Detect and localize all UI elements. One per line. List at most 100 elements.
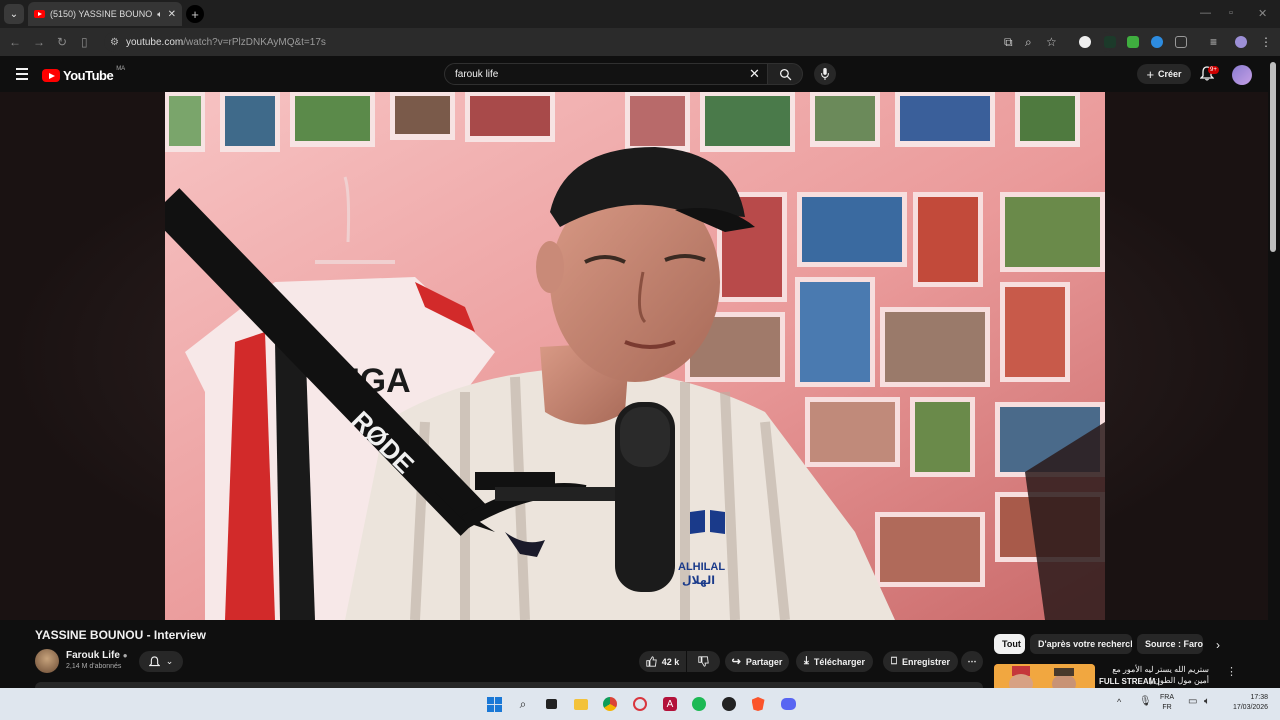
clock-time: 17:38 xyxy=(1250,694,1268,701)
search-icon xyxy=(779,68,791,80)
file-explorer-icon[interactable] xyxy=(572,695,590,713)
save-label: Enregistrer xyxy=(901,656,951,667)
site-info-icon[interactable]: ⚙︎ xyxy=(110,37,119,48)
channel-name[interactable]: Farouk Life ● xyxy=(66,650,128,661)
shirt-club-arabic: الهلال xyxy=(682,574,715,587)
clock-date: 17/03/2026 xyxy=(1232,704,1268,711)
extension-2-icon[interactable] xyxy=(1104,36,1116,48)
recommendation-menu-icon[interactable]: ⋮ xyxy=(1226,665,1237,678)
chip-source[interactable]: Source : Farouk xyxy=(1137,634,1203,654)
dislike-button[interactable] xyxy=(687,651,720,672)
reading-list-icon[interactable]: ≡ xyxy=(1210,35,1217,49)
restore-icon[interactable]: ▫ xyxy=(1229,7,1233,19)
page-scrollbar[interactable] xyxy=(1270,62,1276,252)
app-a-icon[interactable]: A xyxy=(661,695,679,713)
like-count: 42 k xyxy=(661,656,680,667)
logo-text: YouTube xyxy=(63,68,114,83)
share-button[interactable]: ↪ Partager xyxy=(725,651,789,672)
shirt-club-latin: ALHILAL xyxy=(678,561,725,573)
search-input[interactable]: farouk life xyxy=(444,63,768,85)
download-icon: ⤓ xyxy=(804,655,809,667)
spotify-icon[interactable] xyxy=(690,695,708,713)
browser-tab-active[interactable]: (5150) YASSINE BOUNOU - 🔈︎ ✕ xyxy=(28,2,182,26)
region-code: MA xyxy=(116,65,126,72)
chip-related-search[interactable]: D'après votre recherche xyxy=(1030,634,1132,654)
voice-search-button[interactable] xyxy=(814,63,836,85)
bookmark-icon: ⎕ xyxy=(890,656,897,667)
taskbar-search-icon[interactable]: ⌕ xyxy=(514,695,532,713)
channel-avatar[interactable] xyxy=(35,649,59,673)
create-label: Créer xyxy=(1158,69,1182,79)
address-bar[interactable]: ⚙︎ youtube.com/watch?v=rPlzDNKAyMQ&t=17s xyxy=(104,32,1114,52)
browser-menu-icon[interactable]: ⋮ xyxy=(1260,35,1272,49)
speaker-icon[interactable]: 🔈︎ xyxy=(157,9,162,20)
share-label: Partager xyxy=(745,656,783,667)
discord-icon[interactable] xyxy=(779,695,797,713)
tab-list-button[interactable]: ⌄ xyxy=(4,4,24,24)
zoom-icon[interactable]: ⌕ xyxy=(1025,35,1032,50)
recommendation-thumbnail[interactable] xyxy=(994,664,1095,688)
keyboard-layout: FR xyxy=(1162,704,1172,711)
tab-close-icon[interactable]: ✕ xyxy=(168,9,176,20)
chevron-down-icon: ⌄ xyxy=(165,656,174,666)
extension-1-icon[interactable] xyxy=(1079,36,1091,48)
system-clock[interactable]: 17:38 17/03/2026 xyxy=(1224,693,1268,713)
chip-all[interactable]: Tout xyxy=(994,634,1025,654)
tab-title: (5150) YASSINE BOUNOU - xyxy=(50,9,153,19)
subscription-bell-button[interactable]: ⌄ xyxy=(139,651,183,672)
app-dark-icon[interactable] xyxy=(720,695,738,713)
input-language[interactable]: FRA FR xyxy=(1160,693,1174,713)
extensions-puzzle-icon[interactable] xyxy=(1175,36,1187,48)
minimize-icon[interactable]: — xyxy=(1200,7,1211,19)
create-button[interactable]: + Créer xyxy=(1137,64,1191,84)
url-path: /watch?v=rPlzDNKAyMQ&t=17s xyxy=(183,36,326,48)
download-label: Télécharger xyxy=(813,656,865,667)
channel-name-text: Farouk Life xyxy=(66,650,120,661)
start-windows-icon[interactable] xyxy=(485,695,503,713)
more-actions-button[interactable]: ⋯ xyxy=(961,651,983,672)
profile-icon[interactable] xyxy=(1235,36,1247,48)
youtube-favicon-icon xyxy=(34,10,45,18)
notification-badge: 9+ xyxy=(1208,66,1219,74)
account-avatar[interactable] xyxy=(1232,65,1252,85)
extension-3-icon[interactable] xyxy=(1127,36,1139,48)
save-button[interactable]: ⎕ Enregistrer xyxy=(883,651,958,672)
extension-4-icon[interactable] xyxy=(1151,36,1163,48)
volume-icon[interactable]: 🔈︎ xyxy=(1204,696,1210,707)
back-icon[interactable]: ← xyxy=(9,35,21,49)
tray-overflow-icon[interactable]: ^ xyxy=(1117,697,1121,707)
url-host: youtube.com xyxy=(125,36,184,48)
chips-next-icon[interactable]: › xyxy=(1216,638,1220,652)
verified-icon: ● xyxy=(122,651,128,660)
bookmark-star-icon[interactable]: ☆ xyxy=(1046,35,1057,49)
new-tab-button[interactable]: + xyxy=(186,5,204,23)
app-red-icon[interactable] xyxy=(631,695,649,713)
thumbnail-image xyxy=(994,664,1095,688)
video-frame: EGA ALHILAL الهلال RØDE xyxy=(165,92,1105,620)
reload-icon[interactable]: ↻ xyxy=(57,35,67,49)
more-icon: ⋯ xyxy=(967,656,977,666)
like-button[interactable]: 42 k xyxy=(639,651,686,672)
download-button[interactable]: ⤓ Télécharger xyxy=(796,651,873,672)
bell-icon xyxy=(148,655,160,666)
sidebar-icon[interactable]: ▯ xyxy=(81,35,88,49)
chrome-icon[interactable] xyxy=(601,695,619,713)
menu-icon[interactable] xyxy=(16,68,28,80)
tray-mic-icon[interactable]: 🎙︎ xyxy=(1139,696,1152,707)
clear-search-icon[interactable]: ✕ xyxy=(749,66,760,82)
task-view-icon[interactable] xyxy=(542,695,560,713)
video-title: YASSINE BOUNOU - Interview xyxy=(35,628,206,642)
thumbs-up-icon xyxy=(646,656,657,667)
video-player[interactable]: EGA ALHILAL الهلال RØDE xyxy=(165,92,1105,620)
thumbs-down-icon xyxy=(698,656,709,667)
cast-icon[interactable]: ⧉ xyxy=(1004,35,1013,50)
search-query: farouk life xyxy=(455,68,499,80)
forward-icon[interactable]: → xyxy=(33,35,45,49)
youtube-logo[interactable]: YouTube MA xyxy=(42,65,126,83)
network-icon[interactable]: ▭ xyxy=(1188,696,1197,707)
search-button[interactable] xyxy=(767,63,803,85)
window-close-icon[interactable]: ✕ xyxy=(1258,7,1267,20)
subscriber-count: 2,14 M d'abonnés xyxy=(66,663,122,670)
recommendation-live-label: FULL STREAM | xyxy=(1099,677,1160,686)
brave-icon[interactable] xyxy=(749,695,767,713)
